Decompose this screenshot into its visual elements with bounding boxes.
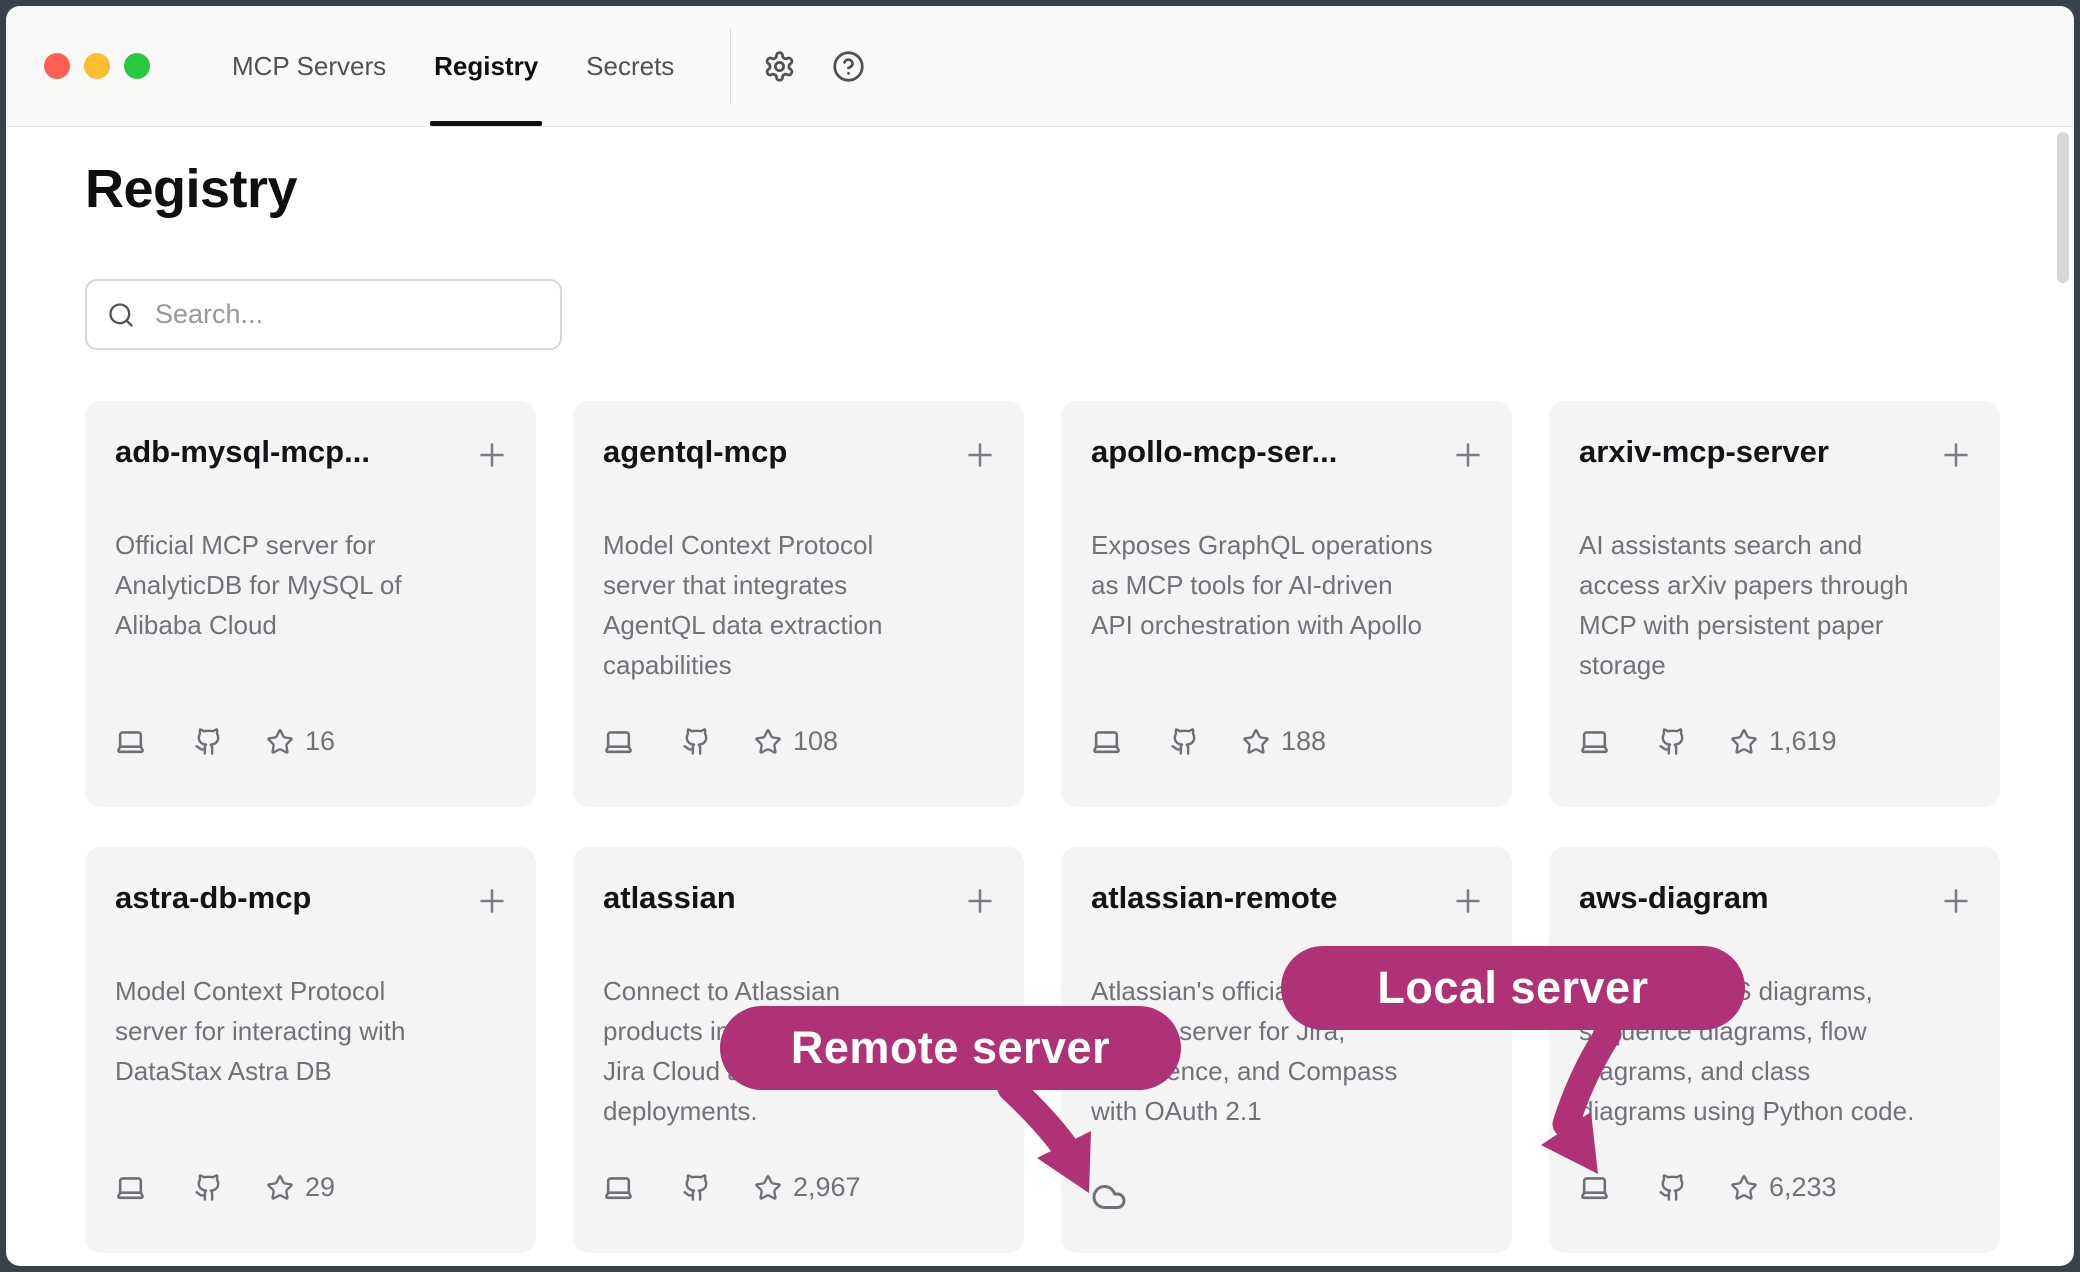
main-tabs: MCP Servers Registry Secrets <box>232 6 674 126</box>
github-icon <box>194 727 223 756</box>
settings-button[interactable] <box>763 6 796 126</box>
plus-icon <box>1450 883 1486 919</box>
server-name: apollo-mcp-ser... <box>1091 431 1446 473</box>
page-title: Registry <box>85 157 2074 221</box>
server-name: atlassian-remote <box>1091 877 1446 919</box>
add-server-button[interactable] <box>962 437 998 473</box>
plus-icon <box>474 437 510 473</box>
server-description: Model Context Protocol server that integ… <box>603 525 994 685</box>
server-name: adb-mysql-mcp... <box>115 431 470 473</box>
add-server-button[interactable] <box>474 437 510 473</box>
titlebar-divider <box>730 28 731 104</box>
star-count: 2,967 <box>793 1172 861 1203</box>
laptop-icon <box>115 726 146 757</box>
add-server-button[interactable] <box>1938 883 1974 919</box>
star-icon <box>266 728 294 756</box>
server-description: Model Context Protocol server for intera… <box>115 971 506 1091</box>
add-server-button[interactable] <box>962 883 998 919</box>
star-count: 6,233 <box>1769 1172 1837 1203</box>
star-count: 1,619 <box>1769 726 1837 757</box>
local-server-callout: Local server <box>1281 946 1745 1030</box>
server-description: AI assistants search and access arXiv pa… <box>1579 525 1970 685</box>
star-icon <box>1730 1174 1758 1202</box>
search-input[interactable] <box>153 298 540 331</box>
github-icon <box>194 1173 223 1202</box>
server-card-aws-diagram[interactable]: aws-diagram Generate AWS diagrams, seque… <box>1549 847 2000 1253</box>
laptop-icon <box>1579 726 1610 757</box>
github-icon <box>682 727 711 756</box>
vertical-scrollbar-thumb[interactable] <box>2057 132 2069 283</box>
github-icon <box>1170 727 1199 756</box>
star-icon <box>754 728 782 756</box>
app-window: MCP Servers Registry Secrets Registry ad… <box>6 6 2074 1266</box>
zoom-button[interactable] <box>124 53 150 79</box>
server-description: Official MCP server for AnalyticDB for M… <box>115 525 506 645</box>
traffic-lights <box>44 6 150 126</box>
add-server-button[interactable] <box>1450 437 1486 473</box>
laptop-icon <box>115 1172 146 1203</box>
card-footer: 188 <box>1091 726 1482 757</box>
add-server-button[interactable] <box>1938 437 1974 473</box>
plus-icon <box>962 437 998 473</box>
remote-server-callout: Remote server <box>720 1006 1181 1090</box>
server-name: aws-diagram <box>1579 877 1934 919</box>
server-name: agentql-mcp <box>603 431 958 473</box>
plus-icon <box>474 883 510 919</box>
card-footer: 6,233 <box>1579 1172 1970 1203</box>
plus-icon <box>1938 883 1974 919</box>
card-footer: 108 <box>603 726 994 757</box>
tab-registry[interactable]: Registry <box>434 6 538 126</box>
laptop-icon <box>1579 1172 1610 1203</box>
github-icon <box>1658 727 1687 756</box>
search-box <box>85 279 562 350</box>
server-name: arxiv-mcp-server <box>1579 431 1934 473</box>
card-footer: 16 <box>115 726 506 757</box>
server-card-grid: adb-mysql-mcp... Official MCP server for… <box>85 401 2074 1253</box>
github-icon <box>682 1173 711 1202</box>
minimize-button[interactable] <box>84 53 110 79</box>
add-server-button[interactable] <box>474 883 510 919</box>
search-icon <box>107 301 135 329</box>
cloud-icon <box>1091 1179 1127 1215</box>
card-footer: 29 <box>115 1172 506 1203</box>
github-icon <box>1658 1173 1687 1202</box>
star-icon <box>266 1174 294 1202</box>
plus-icon <box>1938 437 1974 473</box>
server-card-arxiv-mcp-server[interactable]: arxiv-mcp-server AI assistants search an… <box>1549 401 2000 807</box>
tab-secrets[interactable]: Secrets <box>586 6 674 126</box>
laptop-icon <box>603 1172 634 1203</box>
server-name: astra-db-mcp <box>115 877 470 919</box>
window-titlebar: MCP Servers Registry Secrets <box>6 6 2074 127</box>
star-icon <box>1242 728 1270 756</box>
card-footer <box>1091 1179 1127 1220</box>
tab-mcp-servers[interactable]: MCP Servers <box>232 6 386 126</box>
star-icon <box>1730 728 1758 756</box>
laptop-icon <box>1091 726 1122 757</box>
card-footer: 1,619 <box>1579 726 1970 757</box>
laptop-icon <box>603 726 634 757</box>
server-card-apollo-mcp-server[interactable]: apollo-mcp-ser... Exposes GraphQL operat… <box>1061 401 1512 807</box>
server-card-adb-mysql-mcp[interactable]: adb-mysql-mcp... Official MCP server for… <box>85 401 536 807</box>
plus-icon <box>1450 437 1486 473</box>
help-icon <box>832 50 865 83</box>
add-server-button[interactable] <box>1450 883 1486 919</box>
star-icon <box>754 1174 782 1202</box>
close-button[interactable] <box>44 53 70 79</box>
star-count: 29 <box>305 1172 335 1203</box>
server-card-agentql-mcp[interactable]: agentql-mcp Model Context Protocol serve… <box>573 401 1024 807</box>
card-footer: 2,967 <box>603 1172 994 1203</box>
gear-icon <box>763 50 796 83</box>
plus-icon <box>962 883 998 919</box>
server-name: atlassian <box>603 877 958 919</box>
star-count: 16 <box>305 726 335 757</box>
star-count: 108 <box>793 726 838 757</box>
server-description: Exposes GraphQL operations as MCP tools … <box>1091 525 1482 645</box>
star-count: 188 <box>1281 726 1326 757</box>
server-card-astra-db-mcp[interactable]: astra-db-mcp Model Context Protocol serv… <box>85 847 536 1253</box>
help-button[interactable] <box>832 6 865 126</box>
